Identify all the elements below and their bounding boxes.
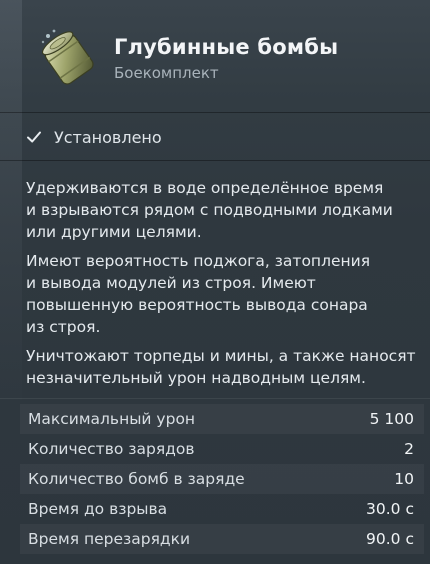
stat-label: Максимальный урон bbox=[28, 410, 196, 428]
stat-row-max-damage: Максимальный урон 5 100 bbox=[20, 404, 424, 434]
item-tooltip: Глубинные бомбы Боекомплект Установлено … bbox=[0, 0, 430, 564]
stat-value: 10 bbox=[394, 470, 414, 488]
stat-value: 2 bbox=[404, 440, 414, 458]
stat-value: 30.0 с bbox=[366, 500, 414, 518]
status-divider bbox=[0, 160, 430, 161]
stat-row-bombs-per-charge: Количество бомб в заряде 10 bbox=[20, 464, 424, 494]
stat-label: Время до взрыва bbox=[28, 500, 168, 518]
stats-table: Максимальный урон 5 100 Количество заряд… bbox=[20, 404, 424, 554]
description-paragraph-1: Удерживаются в воде определённое время и… bbox=[26, 179, 393, 241]
depth-charge-icon bbox=[34, 22, 102, 90]
item-title: Глубинные бомбы bbox=[114, 35, 339, 59]
stat-value: 5 100 bbox=[369, 410, 414, 428]
stat-label: Количество бомб в заряде bbox=[28, 470, 245, 488]
stats-divider bbox=[0, 398, 430, 399]
installed-status: Установлено bbox=[26, 126, 162, 148]
stat-value: 90.0 с bbox=[366, 530, 414, 548]
stat-row-charges: Количество зарядов 2 bbox=[20, 434, 424, 464]
stat-row-reload-time: Время перезарядки 90.0 с bbox=[20, 524, 424, 554]
installed-label: Установлено bbox=[54, 127, 162, 147]
tooltip-header: Глубинные бомбы Боекомплект bbox=[0, 0, 430, 112]
stat-row-detonation-time: Время до взрыва 30.0 с bbox=[20, 494, 424, 524]
item-category: Боекомплект bbox=[114, 64, 219, 82]
description-paragraph-3: Уничтожают торпеды и мины, а также нанос… bbox=[26, 347, 416, 387]
stat-label: Время перезарядки bbox=[28, 530, 191, 548]
header-divider bbox=[0, 112, 430, 113]
checkmark-icon bbox=[27, 131, 41, 143]
stat-label: Количество зарядов bbox=[28, 440, 195, 458]
description-paragraph-2: Имеют вероятность поджога, затопления и … bbox=[26, 252, 371, 336]
